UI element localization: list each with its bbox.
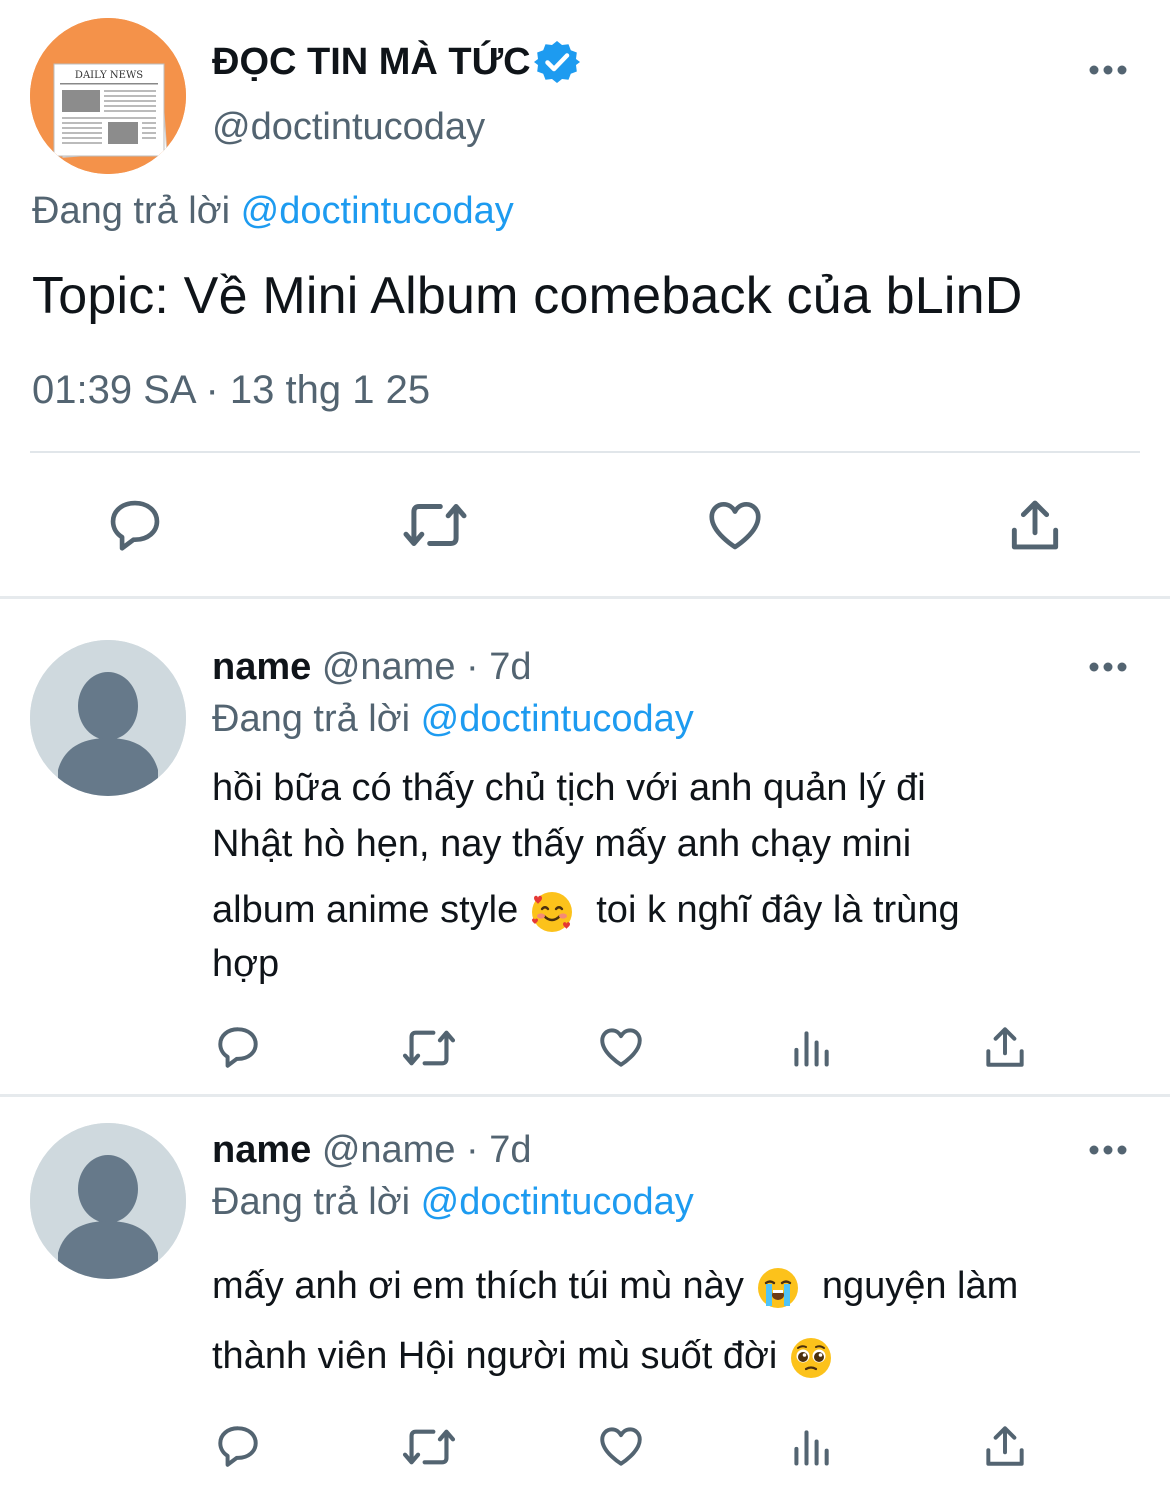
more-options-icon[interactable] (1088, 661, 1128, 673)
reply-text-segment: album anime style (212, 889, 519, 931)
divider (30, 451, 1140, 453)
default-avatar[interactable] (30, 1123, 186, 1279)
reply-author-name[interactable]: name (212, 646, 311, 688)
replying-to: Đang trả lời @doctintucoday (212, 1181, 694, 1224)
verified-badge-icon (533, 38, 581, 86)
replying-mention-link[interactable]: @doctintucoday (241, 190, 514, 232)
reply-icon[interactable] (104, 494, 166, 556)
reply-icon[interactable] (213, 1022, 263, 1072)
section-divider (0, 1094, 1170, 1097)
main-handle[interactable]: @doctintucoday (212, 106, 485, 149)
reply-text-line: album anime style toi k nghĩ đây là trùn… (212, 882, 960, 938)
tweet-timestamp[interactable]: 01:39 SA · 13 thg 1 25 (32, 368, 430, 413)
avatar-label: DAILY NEWS (75, 70, 143, 81)
more-options-icon[interactable] (1088, 64, 1128, 76)
reply-text: hồi bữa có thấy chủ tịch với anh quản lý… (212, 760, 960, 992)
retweet-icon[interactable] (400, 496, 470, 554)
reply-header: name @name · 7d (212, 646, 532, 689)
replying-to: Đang trả lời @doctintucoday (212, 698, 694, 741)
reply-text-line: hợp (212, 943, 280, 985)
reply-text-segment: nguyện làm (821, 1265, 1019, 1307)
reply-text-segment: thành viên Hội người mù suốt đời (212, 1335, 778, 1377)
reply-handle-time[interactable]: @name · 7d (322, 646, 532, 688)
more-options-icon[interactable] (1088, 1144, 1128, 1156)
reply-author-name[interactable]: name (212, 1129, 311, 1171)
reply-header: name @name · 7d (212, 1129, 532, 1172)
like-icon[interactable] (596, 1022, 646, 1072)
views-icon[interactable] (790, 1026, 834, 1070)
reply-text-line: hồi bữa có thấy chủ tịch với anh quản lý… (212, 767, 926, 809)
like-icon[interactable] (596, 1421, 646, 1471)
retweet-icon[interactable] (400, 1423, 458, 1471)
main-name-row: ĐỌC TIN MÀ TỨC (212, 38, 581, 86)
reply-text-line: thành viên Hội người mù suốt đời (212, 1328, 1018, 1384)
replying-to: Đang trả lời @doctintucoday (32, 190, 514, 233)
reply-text-line: Nhật hò hẹn, nay thấy mấy anh chạy mini (212, 823, 912, 865)
reply-text: mấy anh ơi em thích túi mù này nguyện là… (212, 1258, 1018, 1384)
smiling-face-with-hearts-emoji (530, 890, 574, 934)
section-divider (0, 596, 1170, 599)
loudly-crying-face-emoji (756, 1266, 800, 1310)
replying-mention-link[interactable]: @doctintucoday (421, 1181, 694, 1223)
reply-text-segment: toi k nghĩ đây là trùng (596, 889, 960, 931)
replying-prefix: Đang trả lời (212, 698, 411, 740)
default-avatar[interactable] (30, 640, 186, 796)
news-avatar[interactable]: DAILY NEWS (30, 18, 186, 174)
reply-text-line: mấy anh ơi em thích túi mù này nguyện là… (212, 1258, 1018, 1314)
replying-prefix: Đang trả lời (32, 190, 231, 232)
share-icon[interactable] (1004, 494, 1066, 556)
replying-prefix: Đang trả lời (212, 1181, 411, 1223)
reply-handle-time[interactable]: @name · 7d (322, 1129, 532, 1171)
views-icon[interactable] (790, 1425, 834, 1469)
pleading-face-emoji (789, 1336, 833, 1380)
display-name[interactable]: ĐỌC TIN MÀ TỨC (212, 41, 531, 84)
tweet-text: Topic: Về Mini Album comeback của bLinD (32, 267, 1023, 325)
share-icon[interactable] (980, 1421, 1030, 1471)
reply-text-segment: mấy anh ơi em thích túi mù này (212, 1265, 744, 1307)
like-icon[interactable] (704, 494, 766, 556)
share-icon[interactable] (980, 1022, 1030, 1072)
reply-icon[interactable] (213, 1421, 263, 1471)
replying-mention-link[interactable]: @doctintucoday (421, 698, 694, 740)
retweet-icon[interactable] (400, 1024, 458, 1072)
